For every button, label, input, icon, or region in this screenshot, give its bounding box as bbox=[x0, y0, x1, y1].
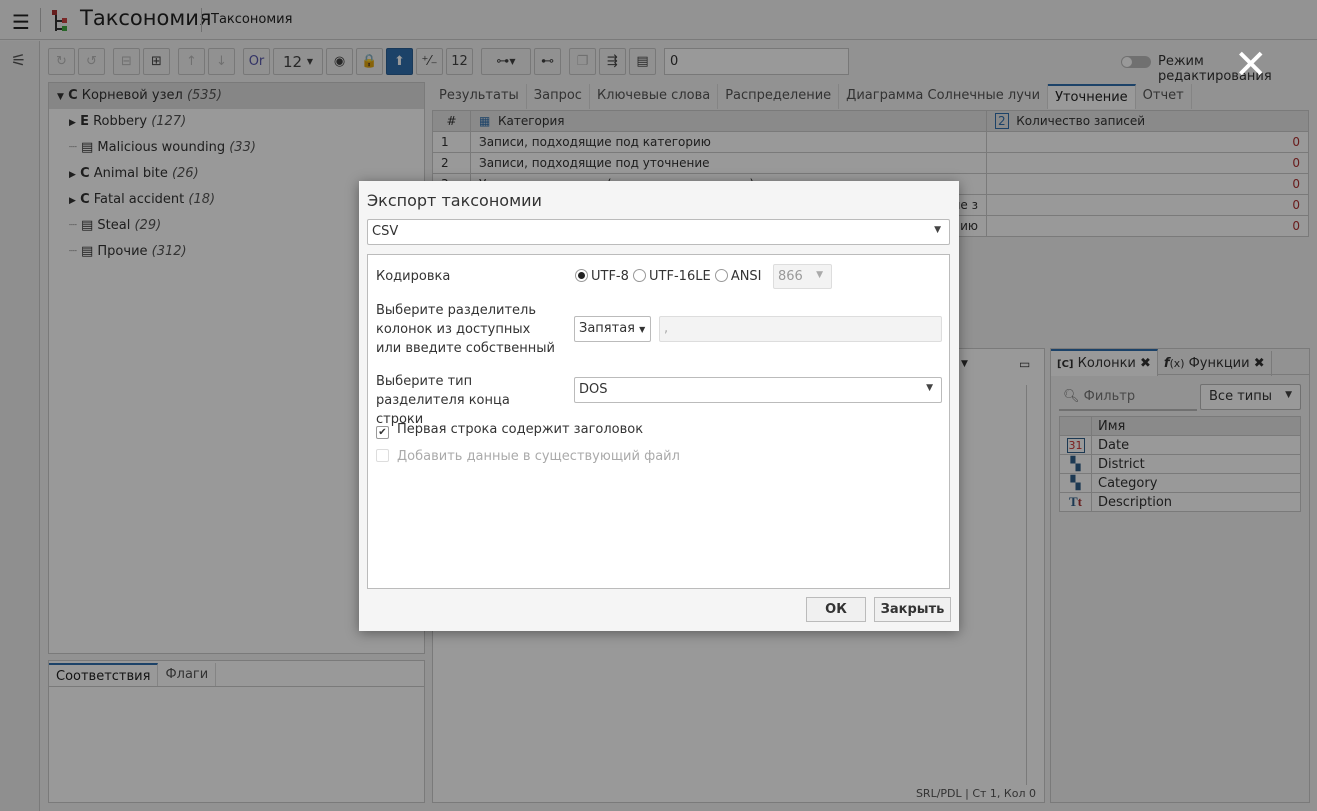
encoding-label: Кодировка bbox=[376, 269, 451, 284]
append-checkbox[interactable]: Добавить данные в существующий файл bbox=[376, 447, 680, 466]
ok-button[interactable]: ОК bbox=[806, 597, 866, 622]
eol-select[interactable]: DOS ▼ bbox=[574, 377, 942, 403]
format-select[interactable]: CSV ▼ bbox=[367, 219, 950, 245]
radio-label: UTF-8 bbox=[591, 269, 629, 284]
codepage-value: 866 bbox=[778, 269, 803, 284]
checkbox-label: Добавить данные в существующий файл bbox=[397, 449, 680, 464]
checkbox-icon bbox=[376, 449, 389, 462]
delimiter-input[interactable]: , bbox=[659, 316, 942, 342]
format-value: CSV bbox=[372, 224, 399, 239]
dialog-title: Экспорт таксономии bbox=[367, 191, 542, 210]
checkbox-label: Первая строка содержит заголовок bbox=[397, 422, 644, 437]
header-checkbox[interactable]: ✔ Первая строка содержит заголовок bbox=[376, 420, 643, 439]
encoding-radios: UTF-8 UTF-16LE ANSI bbox=[575, 267, 762, 286]
radio-utf16le[interactable]: UTF-16LE bbox=[633, 269, 711, 284]
delimiter-value: Запятая bbox=[579, 321, 635, 336]
radio-utf8[interactable]: UTF-8 bbox=[575, 269, 629, 284]
codepage-select[interactable]: 866 ▼ bbox=[773, 264, 832, 289]
radio-label: ANSI bbox=[730, 269, 762, 284]
radio-label: UTF-16LE bbox=[649, 269, 711, 284]
delimiter-label: Выберите разделитель колонок из доступны… bbox=[376, 303, 556, 356]
close-button[interactable]: Закрыть bbox=[874, 597, 951, 622]
checkbox-checked-icon: ✔ bbox=[376, 426, 389, 439]
eol-value: DOS bbox=[579, 382, 608, 397]
options-panel: Кодировка UTF-8 UTF-16LE ANSI 866 ▼ Выбер… bbox=[367, 254, 950, 589]
export-dialog: Экспорт таксономии CSV ▼ Кодировка UTF-8 … bbox=[359, 181, 959, 631]
radio-ansi[interactable]: ANSI bbox=[714, 269, 762, 284]
close-icon[interactable]: ✕ bbox=[1234, 42, 1268, 88]
delimiter-select[interactable]: Запятая ▼ bbox=[574, 316, 651, 342]
